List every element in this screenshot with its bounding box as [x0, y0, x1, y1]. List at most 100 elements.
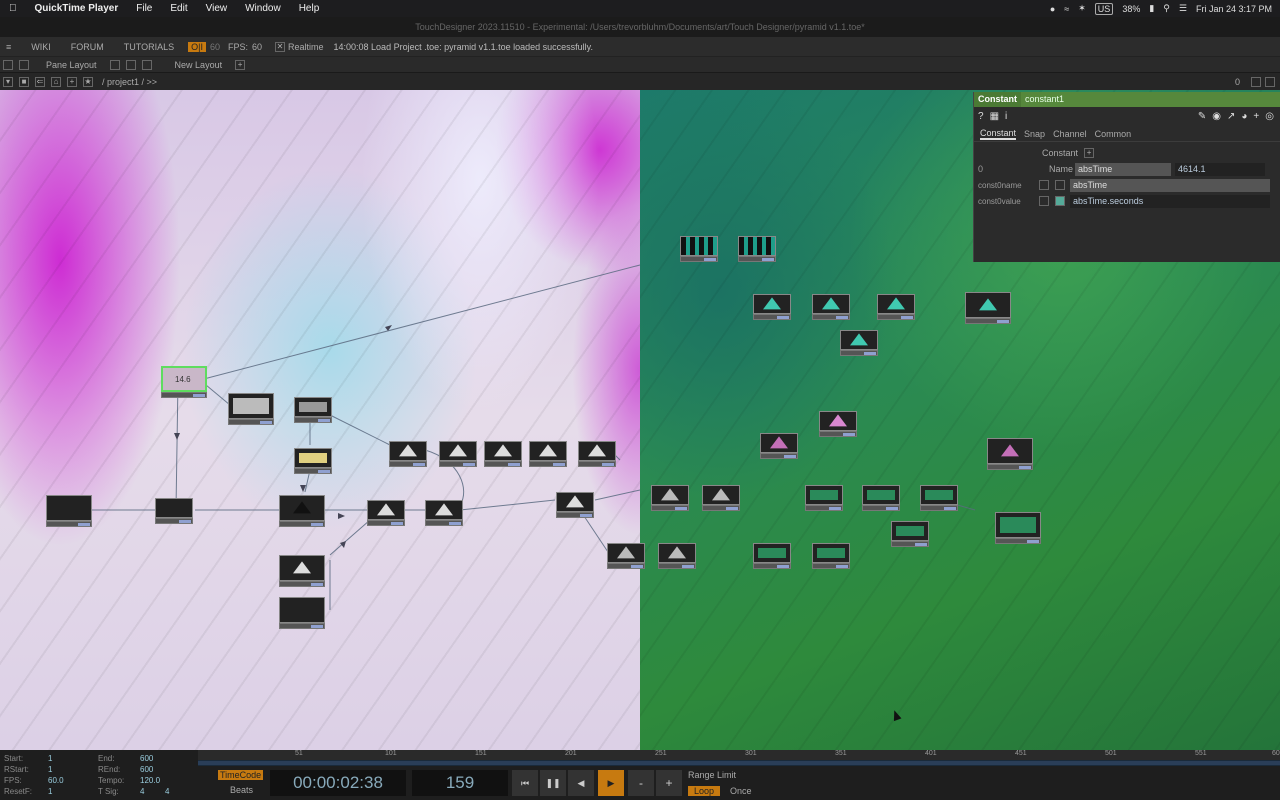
operator-node-11[interactable]	[702, 485, 740, 511]
node-viewer[interactable]	[389, 441, 427, 461]
menu-file[interactable]: File	[136, 3, 152, 14]
node-label-bar[interactable]	[578, 461, 616, 467]
back-icon[interactable]: ⇐	[35, 76, 45, 87]
edit-icon[interactable]: ✎	[1198, 111, 1206, 122]
operator-node-7[interactable]	[819, 411, 857, 437]
node-viewer[interactable]	[46, 495, 92, 521]
comment-icon[interactable]: ◉	[1212, 111, 1221, 122]
frame-ruler[interactable]: 51 101 151 201 251 301 351 401 451 501 551 600	[198, 750, 1280, 760]
node-viewer[interactable]	[279, 597, 325, 623]
operator-node-21[interactable]	[389, 441, 427, 467]
settings-icon[interactable]: ◎	[1265, 111, 1280, 122]
record-icon[interactable]: ●	[1050, 4, 1055, 14]
node-viewer[interactable]	[228, 393, 274, 419]
node-label-bar[interactable]	[753, 314, 791, 320]
node-viewer[interactable]	[753, 294, 791, 314]
loop-button[interactable]: Loop	[688, 786, 721, 796]
const0name-toggle-b[interactable]	[1055, 180, 1065, 190]
tab-snap[interactable]: Snap	[1024, 129, 1045, 139]
node-viewer[interactable]	[995, 512, 1041, 538]
node-label-bar[interactable]	[987, 464, 1033, 470]
operator-node-3[interactable]	[812, 294, 850, 320]
operator-node-29[interactable]	[228, 393, 274, 425]
bluetooth-icon[interactable]: ✶	[1078, 3, 1086, 14]
realtime-checkbox[interactable]: ✕	[275, 41, 285, 52]
operator-node-25[interactable]	[578, 441, 616, 467]
node-label-bar[interactable]	[279, 521, 325, 527]
search-icon[interactable]: ⚲	[1163, 3, 1170, 14]
operator-node-16[interactable]	[995, 512, 1041, 544]
node-viewer[interactable]	[877, 294, 915, 314]
node-viewer[interactable]	[529, 441, 567, 461]
const0name-toggle-a[interactable]	[1039, 180, 1049, 190]
operator-node-34[interactable]	[279, 597, 325, 629]
step-minus-button[interactable]: -	[628, 770, 654, 796]
operator-node-10[interactable]	[651, 485, 689, 511]
operator-node-37[interactable]: 14.6	[161, 366, 207, 398]
node-label-bar[interactable]	[228, 419, 274, 425]
node-viewer[interactable]	[578, 441, 616, 461]
operator-node-30[interactable]	[294, 397, 332, 423]
menu-help[interactable]: Help	[299, 3, 320, 14]
node-viewer[interactable]	[753, 543, 791, 563]
operator-node-2[interactable]	[753, 294, 791, 320]
operator-node-20[interactable]	[658, 543, 696, 569]
name-field[interactable]: absTime	[1075, 162, 1172, 176]
operator-node-19[interactable]	[607, 543, 645, 569]
rend-value[interactable]: 600	[140, 765, 153, 774]
wiki-link[interactable]: WIKI	[21, 42, 61, 52]
operator-node-23[interactable]	[484, 441, 522, 467]
tsig-denominator[interactable]: 4	[165, 787, 169, 796]
node-label-bar[interactable]	[862, 505, 900, 511]
oi-button[interactable]: O|I	[188, 41, 206, 52]
control-center-icon[interactable]: ☰	[1179, 3, 1187, 14]
beats-button[interactable]: Beats	[230, 785, 253, 795]
node-viewer[interactable]	[760, 433, 798, 453]
operator-node-18[interactable]	[812, 543, 850, 569]
node-viewer[interactable]	[680, 236, 718, 256]
new-layout-button[interactable]: New Layout	[155, 60, 233, 70]
operator-node-22[interactable]	[439, 441, 477, 467]
tab-common[interactable]: Common	[1095, 129, 1132, 139]
node-label-bar[interactable]	[529, 461, 567, 467]
node-label-bar[interactable]	[840, 350, 878, 356]
expand-icon[interactable]: ↗	[1227, 111, 1235, 122]
node-viewer[interactable]	[367, 500, 405, 520]
python-help-icon[interactable]: ▦	[990, 111, 999, 122]
node-label-bar[interactable]	[425, 520, 463, 526]
node-label-bar[interactable]	[812, 563, 850, 569]
operator-node-6[interactable]	[840, 330, 878, 356]
node-label-bar[interactable]	[367, 520, 405, 526]
node-label-bar[interactable]	[484, 461, 522, 467]
menu-app-name[interactable]: QuickTime Player	[35, 3, 119, 14]
node-viewer[interactable]	[862, 485, 900, 505]
node-label-bar[interactable]	[607, 563, 645, 569]
start-value[interactable]: 1	[48, 754, 52, 763]
operator-node-24[interactable]	[529, 441, 567, 467]
bookmark-icon[interactable]: ★	[83, 76, 93, 87]
operator-node-36[interactable]	[46, 495, 92, 527]
info-icon[interactable]: i	[1005, 111, 1007, 122]
operator-node-26[interactable]	[556, 492, 594, 518]
node-label-bar[interactable]	[753, 563, 791, 569]
layout-slot-2[interactable]	[125, 59, 136, 70]
node-label-bar[interactable]	[738, 256, 776, 262]
node-label-bar[interactable]	[279, 581, 325, 587]
node-label-bar[interactable]	[965, 318, 1011, 324]
tab-channel[interactable]: Channel	[1053, 129, 1087, 139]
node-label-bar[interactable]	[651, 505, 689, 511]
operator-node-35[interactable]	[155, 498, 193, 524]
tempo-value[interactable]: 120.0	[140, 776, 160, 785]
node-label-bar[interactable]	[279, 623, 325, 629]
node-label-bar[interactable]	[294, 468, 332, 474]
op-name-field[interactable]: constant1	[1021, 92, 1280, 107]
operator-node-33[interactable]	[279, 555, 325, 587]
node-label-bar[interactable]	[294, 417, 332, 423]
add-op-icon[interactable]: +	[67, 76, 77, 87]
const0value-toggle-b[interactable]	[1055, 196, 1065, 206]
node-label-bar[interactable]	[680, 256, 718, 262]
rstart-value[interactable]: 1	[48, 765, 52, 774]
operator-node-12[interactable]	[805, 485, 843, 511]
operator-node-0[interactable]	[680, 236, 718, 262]
operator-node-14[interactable]	[920, 485, 958, 511]
